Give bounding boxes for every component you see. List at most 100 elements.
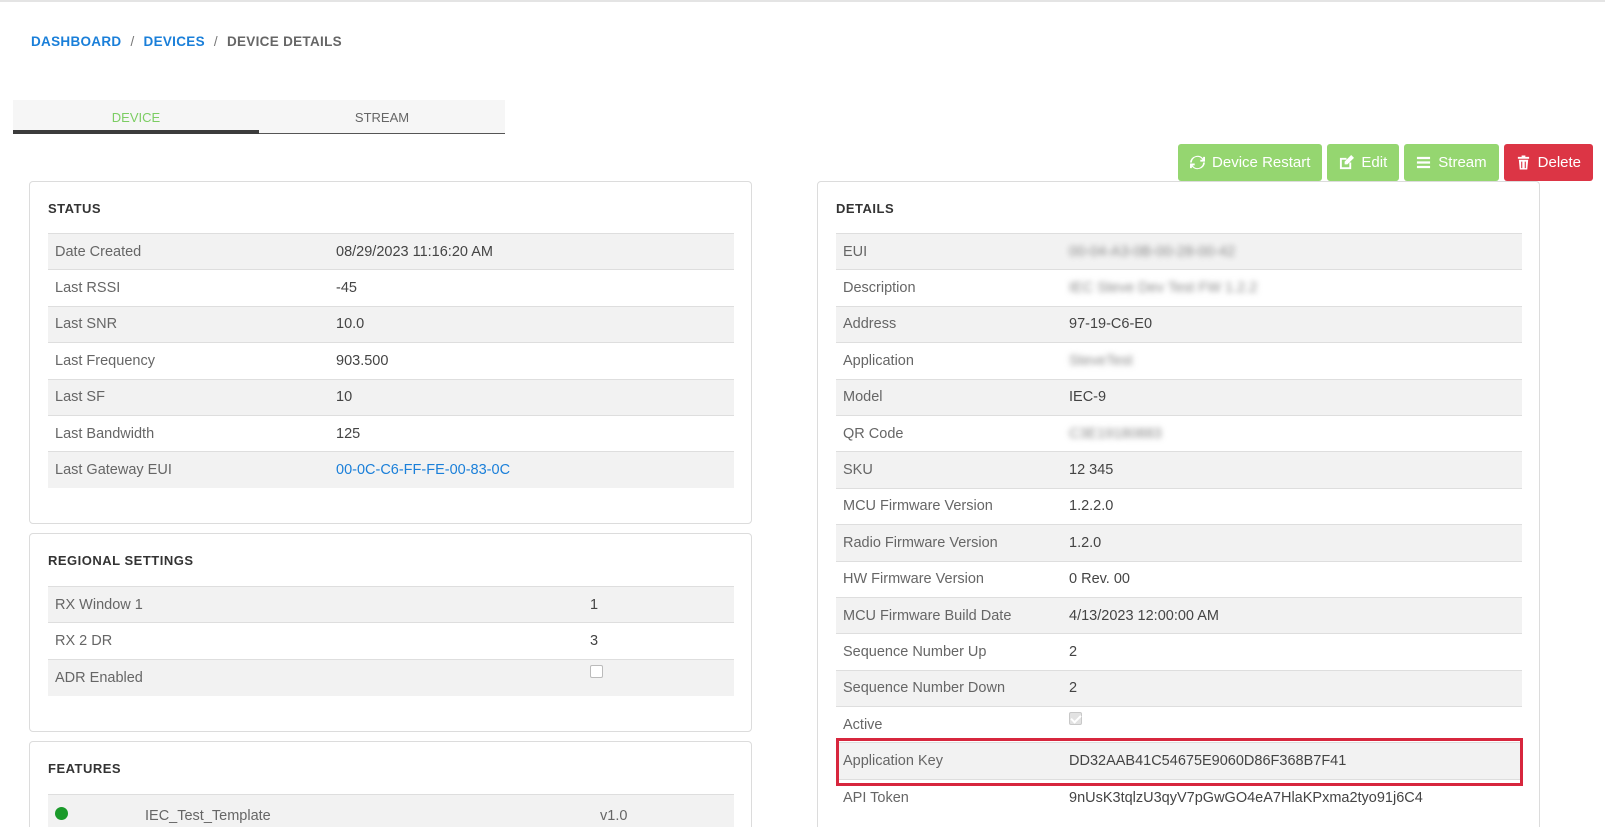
gateway-eui-link[interactable]: 00-0C-C6-FF-FE-00-83-0C [336,462,510,478]
row-value: 2 [1069,680,1078,697]
table-row: Application Key DD32AAB41C54675E9060D86F3… [836,742,1522,780]
table-row: Application SteveTest [836,342,1522,380]
table-row: Last SNR 10.0 [48,306,734,343]
row-value: IEC-9 [1069,389,1107,406]
stream-label: Stream [1438,154,1487,171]
row-label: RX Window 1 [55,596,143,613]
status-title: STATUS [48,201,102,216]
description-value-blurred: IEC Steve Dev Test FW 1.2.2 [1069,280,1258,297]
table-row: RX Window 1 1 [48,586,734,623]
status-dot-icon [55,807,68,821]
table-row: MCU Firmware Version 1.2.2.0 [836,488,1522,525]
row-label: RX 2 DR [55,633,113,650]
table-row: IEC_Test_Template v1.0 [48,794,734,827]
table-row: RX 2 DR 3 [48,622,734,660]
row-value: 3 [590,633,599,650]
breadcrumb-separator: / [213,34,218,49]
table-row: SKU 12 345 [836,451,1522,489]
table-row: HW Firmware Version 0 Rev. 00 [836,561,1522,598]
row-value: 903.500 [336,352,389,369]
table-row: Address 97-19-C6-E0 [836,306,1522,343]
row-label: Application Key [843,753,943,770]
row-label: Date Created [55,243,142,260]
row-label: Last RSSI [55,280,121,297]
tab-device[interactable]: DEVICE [13,100,259,134]
table-row: Sequence Number Down 2 [836,670,1522,707]
table-row: Description IEC Steve Dev Test FW 1.2.2 [836,269,1522,307]
row-label: Last Gateway EUI [55,462,172,479]
row-label: MCU Firmware Build Date [843,607,1012,624]
row-value: 10 [336,389,353,406]
row-value: -45 [336,280,357,297]
active-checkbox [1069,712,1082,726]
table-row: MCU Firmware Build Date 4/13/2023 12:00:0… [836,597,1522,634]
row-value: 1.2.0 [1069,534,1102,551]
status-table: Date Created 08/29/2023 11:16:20 AM Last … [48,233,734,489]
row-label: Sequence Number Down [843,680,1006,697]
row-label: MCU Firmware Version [843,498,993,515]
qr-code-value-blurred: C3E19180883 [1069,425,1162,442]
row-label: QR Code [843,425,904,442]
refresh-icon [1190,155,1206,170]
row-value: 1.2.2.0 [1069,498,1114,515]
row-label: Radio Firmware Version [843,534,998,551]
row-value: 0 Rev. 00 [1069,571,1130,588]
breadcrumb-current: DEVICE DETAILS [226,34,342,49]
row-label: Active [843,716,883,733]
table-row: QR Code C3E19180883 [836,415,1522,452]
adr-enabled-checkbox[interactable] [590,665,603,679]
row-label: Address [843,316,897,333]
row-label: Last Frequency [55,352,155,369]
row-label: EUI [843,243,868,260]
application-value-blurred: SteveTest [1069,352,1133,369]
features-table: IEC_Test_Template v1.0 [48,794,734,827]
row-value: 08/29/2023 11:16:20 AM [336,243,493,260]
row-value: 2 [1069,643,1078,660]
row-label: Description [843,280,916,297]
tab-stream[interactable]: STREAM [259,100,505,133]
action-bar: Device Restart Edit Stream Delete [1178,144,1593,181]
breadcrumb-devices-link[interactable]: DEVICES [144,34,205,49]
edit-button[interactable]: Edit [1327,144,1400,181]
row-label: Last SNR [55,316,118,333]
breadcrumb-dashboard-link[interactable]: DASHBOARD [31,34,121,49]
delete-button[interactable]: Delete [1503,144,1593,181]
feature-version: v1.0 [600,807,628,824]
device-restart-button[interactable]: Device Restart [1178,144,1323,181]
details-title: DETAILS [836,201,895,216]
application-key-value: DD32AAB41C54675E9060D86F368B7F41 [1069,753,1347,770]
row-value: 10.0 [336,316,365,333]
api-token-value: 9nUsK3tqlzU3qyV7pGwGO4eA7HlaKPxma2tyo91j… [1069,789,1423,806]
row-value: 125 [336,425,361,442]
table-row: Active [836,706,1522,743]
row-label: HW Firmware Version [843,571,984,588]
table-row: Sequence Number Up 2 [836,633,1522,671]
row-value: 4/13/2023 12:00:00 AM [1069,607,1219,624]
tab-bar: DEVICE STREAM [13,100,505,134]
row-label: Model [843,389,883,406]
row-label: Application [843,352,914,369]
table-row: Last Gateway EUI 00-0C-C6-FF-FE-00-83-0C [48,451,734,489]
regional-settings-table: RX Window 1 1 RX 2 DR 3 ADR Enabled [48,586,734,696]
regional-settings-title: REGIONAL SETTINGS [48,553,194,568]
row-label: API Token [843,789,909,806]
table-row: Last Frequency 903.500 [48,342,734,380]
table-row: Radio Firmware Version 1.2.0 [836,524,1522,562]
row-value: 97-19-C6-E0 [1069,316,1153,333]
stream-button[interactable]: Stream [1404,144,1499,181]
breadcrumb-separator: / [130,34,135,49]
table-row: EUI 00-04-A3-0B-00-28-00-42 [836,233,1522,270]
edit-label: Edit [1361,154,1388,171]
row-value: 1 [590,596,599,613]
row-label: Last Bandwidth [55,425,155,442]
details-table: EUI 00-04-A3-0B-00-28-00-42 Description IE… [836,233,1522,816]
trash-icon [1517,155,1529,170]
feature-name: IEC_Test_Template [145,807,271,824]
delete-label: Delete [1537,154,1581,171]
edit-icon [1340,155,1355,170]
list-icon [1417,156,1431,169]
row-label: Last SF [55,389,105,406]
table-row: Last SF 10 [48,379,734,416]
table-row: Last RSSI -45 [48,269,734,307]
table-row: Model IEC-9 [836,379,1522,416]
